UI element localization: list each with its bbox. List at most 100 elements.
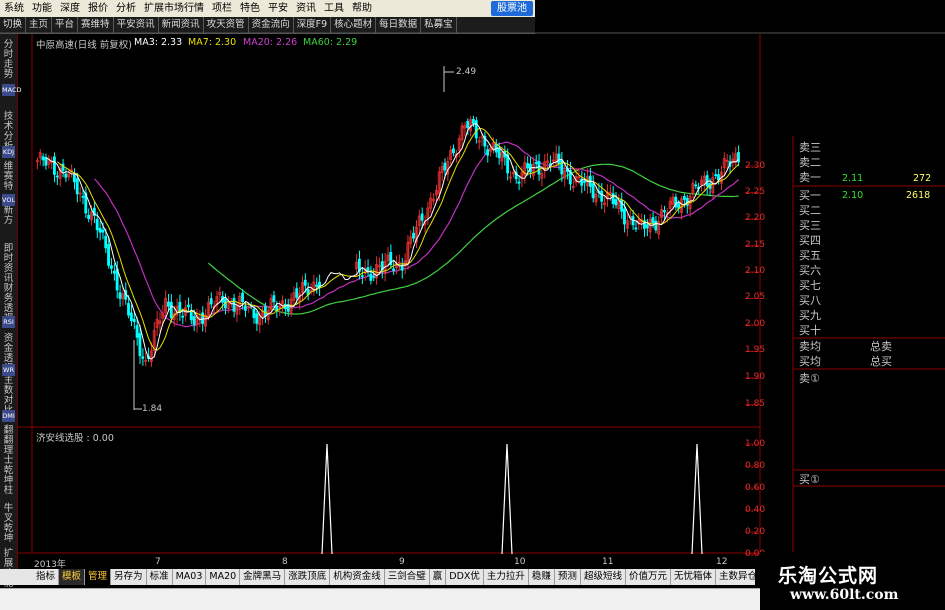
candle-body [315, 284, 319, 287]
candle-body [209, 298, 213, 305]
buy10-label: 买十 [799, 324, 821, 337]
price-tick: 2.15 [745, 240, 766, 250]
indicator-spike [321, 443, 333, 555]
btab-ma20[interactable]: MA20 [206, 569, 241, 585]
candle-body [272, 295, 276, 303]
btab-template[interactable]: 模板 [59, 569, 86, 585]
candle-body [263, 306, 267, 317]
candle-body [112, 270, 116, 274]
btab-main-position[interactable]: 主数异仓 [716, 569, 755, 585]
btab-short-term[interactable]: 超级短线 [581, 569, 626, 585]
watermark-title: 乐淘公式网 [778, 565, 879, 587]
candle-body [623, 208, 626, 225]
price-tick: 2.10 [745, 266, 766, 276]
candle-body [232, 298, 236, 312]
candle-body [169, 301, 173, 319]
btab-standard[interactable]: 标准 [147, 569, 173, 585]
btab-indicator[interactable]: 指标 [33, 569, 60, 585]
ma3-label: MA3: 2.33 [134, 37, 183, 48]
candle-body [486, 149, 490, 156]
candle-body [64, 173, 68, 178]
candle-body [118, 292, 122, 299]
candle-body [452, 148, 455, 154]
candle-body [537, 161, 541, 175]
ma3-path [45, 123, 739, 360]
candle-body [497, 147, 501, 158]
btab-ddx[interactable]: DDX优 [446, 569, 484, 585]
candle-body [634, 227, 638, 230]
indicator-header: 济安线选股 : 0.00 [36, 433, 114, 444]
buy8-label: 买八 [799, 294, 821, 307]
btab-win[interactable]: 赢 [430, 569, 447, 585]
candle-body [192, 316, 196, 325]
candle-body [87, 214, 91, 219]
indicator-tabs: 指标 模板 管理 另存为 标准 MA03 MA20 金牌黑马 涨跌顶底 机构资金… [33, 569, 755, 585]
candle-body [201, 312, 205, 325]
candle-body [255, 313, 259, 324]
btab-value[interactable]: 价值万元 [626, 569, 671, 585]
indicator-spike [691, 443, 703, 555]
buy-circle-label: 买① [799, 473, 820, 486]
candlesticks [35, 115, 740, 367]
candle-body [420, 213, 424, 221]
date-month: 9 [399, 557, 405, 567]
indicator-spike [501, 443, 513, 555]
candle-body [611, 193, 615, 204]
sell-avg-label: 卖均 [799, 340, 821, 353]
price-tick: 2.20 [745, 213, 766, 223]
buy2-label: 买二 [799, 204, 821, 217]
low-price-label: 1.84 [142, 404, 163, 414]
ma60-label: MA60: 2.29 [303, 37, 358, 48]
candle-body [366, 267, 370, 271]
sell-circle-label: 卖① [799, 372, 820, 385]
btab-top-bottom[interactable]: 涨跌顶底 [285, 569, 331, 585]
btab-steady[interactable]: 稳赚 [529, 569, 555, 585]
candle-body [645, 224, 649, 229]
candle-body [107, 244, 111, 266]
buy7-label: 买七 [799, 279, 821, 292]
high-low-markers [133, 66, 454, 410]
stock-name: 中原高速(日线 前复权) [36, 40, 132, 51]
date-month: 10 [514, 557, 526, 567]
buy6-label: 买六 [799, 264, 821, 277]
indicator-tick: 0.40 [745, 505, 766, 515]
candle-body [694, 184, 698, 187]
candle-body [104, 235, 108, 249]
candle-body [241, 292, 244, 303]
candle-body [72, 173, 76, 183]
candle-body [557, 153, 561, 165]
btab-main-rise[interactable]: 主力拉升 [484, 569, 529, 585]
price-tick: 1.85 [745, 399, 766, 409]
btab-manage[interactable]: 管理 [85, 569, 112, 585]
buy1-label: 买一 [799, 189, 821, 202]
candle-body [129, 312, 133, 322]
candle-body [526, 163, 529, 169]
sell1-price: 2.11 [842, 173, 864, 184]
ma-short-lines [45, 123, 739, 360]
candle-body [189, 310, 193, 321]
date-month: 12 [716, 557, 728, 567]
btab-ma03[interactable]: MA03 [173, 569, 207, 585]
candle-body [138, 333, 142, 356]
candle-body [466, 121, 470, 128]
btab-three-swords[interactable]: 三剑合璧 [385, 569, 430, 585]
btab-gold-horse[interactable]: 金牌黑马 [240, 569, 286, 585]
btab-inst-fund[interactable]: 机构资金线 [330, 569, 385, 585]
candle-body [360, 275, 364, 277]
date-month: 7 [155, 557, 161, 567]
candle-body [186, 304, 190, 308]
candle-body [44, 157, 48, 166]
candle-body [110, 265, 113, 269]
indicator-tick: 0.80 [745, 461, 766, 471]
sell1-qty: 272 [913, 173, 932, 184]
candle-body [591, 183, 595, 199]
candle-body [81, 195, 85, 198]
candle-body [303, 279, 307, 286]
btab-forecast[interactable]: 预测 [555, 569, 581, 585]
candle-body [654, 220, 658, 231]
btab-save-as[interactable]: 另存为 [111, 569, 147, 585]
btab-box[interactable]: 无忧箱体 [671, 569, 716, 585]
candle-body [714, 174, 718, 177]
buy9-label: 买九 [799, 309, 821, 322]
candle-body [127, 303, 130, 316]
